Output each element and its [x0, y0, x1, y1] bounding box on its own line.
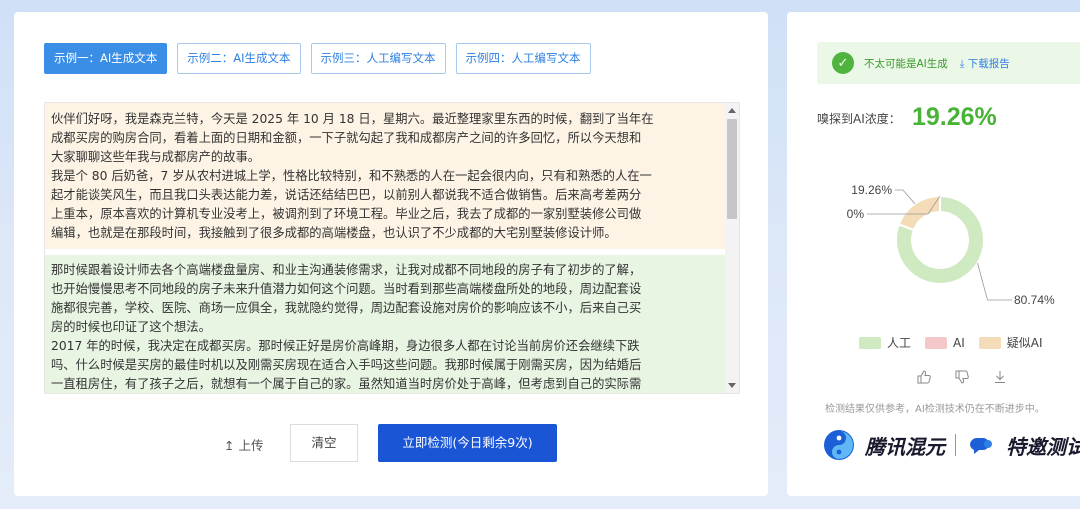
data-label-ai: 0% — [847, 207, 865, 221]
brand-divider — [955, 434, 956, 456]
legend-item-human: 人工 — [859, 334, 911, 351]
text-line: 那时候跟着设计师去各个高端楼盘量房、和业主沟通装修需求，让我对成都不同地段的房子… — [51, 263, 642, 277]
concentration-value: 19.26% — [912, 103, 997, 131]
legend-swatch-ai — [925, 336, 948, 349]
tab-example-2[interactable]: 示例二：AI生成文本 — [177, 43, 301, 74]
paragraph-human: 伙伴们好呀，我是森克兰特，今天是 2025 年 10 月 18 日，星期六。最近… — [45, 103, 725, 249]
legend-label: AI — [953, 335, 965, 350]
slice-suspected-ai — [897, 194, 941, 232]
brand-name: 腾讯混元 — [865, 434, 945, 459]
thumbs-up-icon[interactable] — [917, 370, 931, 384]
partner-logo-icon — [970, 438, 992, 454]
brand-area: 腾讯混元 特邀测试 — [823, 429, 1080, 461]
check-icon: ✓ — [832, 52, 854, 74]
text-line: 上重本，原本喜欢的计算机专业没考上，被调剂到了环境工程。毕业之后，我去了成都的一… — [51, 207, 642, 221]
concentration-label: 嗅探到AI浓度： — [817, 112, 901, 126]
example-tabs: 示例一：AI生成文本 示例二：AI生成文本 示例三：人工编写文本 示例四：人工编… — [44, 43, 591, 74]
text-line: 编辑，也就是在那段时间，我接触到了很多成都的高端楼盘，也认识了不少成都的大宅别墅… — [51, 226, 617, 240]
text-input-area[interactable]: 伙伴们好呀，我是森克兰特，今天是 2025 年 10 月 18 日，星期六。最近… — [44, 102, 740, 394]
upload-icon: ↥ — [224, 438, 235, 453]
upload-label: 上传 — [238, 438, 264, 453]
download-icon[interactable] — [993, 370, 1007, 384]
donut-chart: 19.26% 0% 80.74% — [847, 183, 1055, 307]
data-label-suspected: 19.26% — [851, 183, 892, 197]
chart-legend: 人工 AI 疑似AI — [859, 334, 1043, 351]
legend-label: 疑似AI — [1006, 336, 1043, 350]
tab-example-1[interactable]: 示例一：AI生成文本 — [44, 43, 168, 74]
legend-swatch-suspected — [978, 336, 1001, 349]
text-line: 我是个 80 后奶爸，7 岁从农村进城上学，性格比较特别，和不熟悉的人在一起会很… — [51, 169, 652, 183]
scroll-up-icon[interactable] — [728, 108, 736, 113]
text-line: 成都买房的购房合同，看着上面的日期和金额，一下子就勾起了我和成都房产之间的许多回… — [51, 131, 642, 145]
data-label-human: 80.74% — [1014, 293, 1055, 307]
scroll-thumb[interactable] — [727, 119, 737, 219]
hunyuan-logo-icon — [824, 430, 854, 460]
text-line: 一直租房住，有了孩子之后，就想有一个属于自己的家。虽然知道当时房价处于高峰，但考… — [51, 377, 642, 391]
legend-item-ai: AI — [925, 334, 965, 351]
partner-text: 特邀测试 — [1006, 434, 1080, 459]
leader-line-human — [977, 262, 1012, 301]
text-line: 大家聊聊这些年我与成都房产的故事。 — [51, 150, 261, 164]
text-line: 2017 年的时候，我决定在成都买房。那时候正好是房价高峰期，身边很多人都在讨论… — [51, 339, 640, 353]
tab-example-4[interactable]: 示例四：人工编写文本 — [455, 43, 591, 74]
download-label: 下载报告 — [967, 57, 1010, 70]
disclaimer-text: 检测结果仅供参考，AI检测技术仍在不断进步中。 — [825, 404, 1045, 415]
text-line: 也开始慢慢思考不同地段的房子未来升值潜力如何这个问题。当时看到那些高端楼盘所处的… — [51, 282, 642, 296]
text-line: 施都很完善，学校、医院、商场一应俱全，我就隐约觉得，周边配套设施对房价的影响应该… — [51, 301, 642, 315]
tab-example-3[interactable]: 示例三：人工编写文本 — [310, 43, 446, 74]
download-report-link[interactable]: ⤓ 下载报告 — [960, 56, 1010, 71]
legend-label: 人工 — [887, 336, 912, 350]
legend-swatch-human — [859, 336, 881, 349]
leader-line-suspected — [895, 189, 916, 205]
legend-item-suspected: 疑似AI — [978, 334, 1043, 351]
clear-button[interactable]: 清空 — [290, 424, 358, 462]
text-content: 伙伴们好呀，我是森克兰特，今天是 2025 年 10 月 18 日，星期六。最近… — [45, 103, 725, 393]
text-line: 吗、什么时候是买房的最佳时机以及刚需买房现在适合入手吗这些问题。我那时候属于刚需… — [51, 358, 642, 372]
scrollbar[interactable] — [725, 103, 739, 393]
text-line: 伙伴们好呀，我是森克兰特，今天是 2025 年 10 月 18 日，星期六。最近… — [51, 112, 654, 126]
result-banner: ✓ 不太可能是AI生成 ⤓ 下载报告 — [817, 42, 1080, 84]
thumbs-down-icon[interactable] — [955, 370, 969, 384]
verdict-text: 不太可能是AI生成 — [864, 57, 948, 70]
paragraph-human-2: 那时候跟着设计师去各个高端楼盘量房、和业主沟通装修需求，让我对成都不同地段的房子… — [45, 255, 725, 393]
input-panel: 示例一：AI生成文本 示例二：AI生成文本 示例三：人工编写文本 示例四：人工编… — [14, 12, 768, 496]
scroll-down-icon[interactable] — [728, 383, 736, 388]
upload-button[interactable]: ↥ 上传 — [224, 431, 264, 461]
result-panel: ✓ 不太可能是AI生成 ⤓ 下载报告 嗅探到AI浓度： 19.26% 19.26… — [787, 12, 1080, 496]
text-line: 起才能谈笑风生，而且我口头表达能力差，说话还结结巴巴，以前别人都说我不适合做销售… — [51, 188, 642, 202]
download-icon: ⤓ — [959, 57, 968, 70]
text-line: 房的时候也印证了这个想法。 — [51, 320, 211, 334]
feedback-actions — [917, 370, 1007, 384]
detect-button[interactable]: 立即检测(今日剩余9次) — [378, 424, 557, 462]
